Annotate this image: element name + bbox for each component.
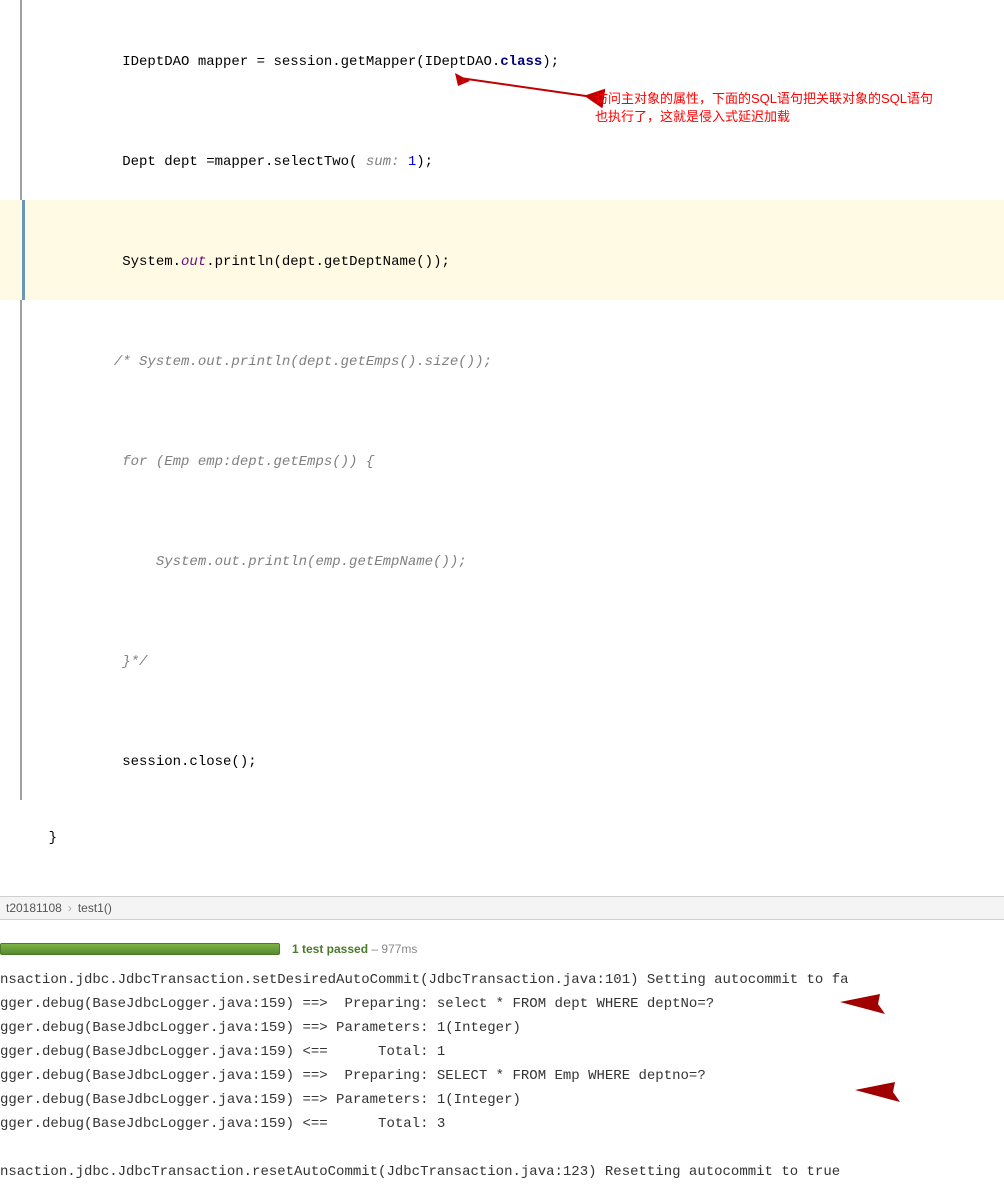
class-keyword: class [500,54,542,70]
code-text: ); [542,54,559,70]
code-text: Dept dept =mapper.selectTwo( [89,154,358,170]
code-line-7[interactable]: }*/ [0,600,1004,700]
annotation-line-1: 访问主对象的属性，下面的SQL语句把关联对象的SQL语句 [595,90,933,108]
comment-text: /* System.out.println(dept.getEmps().siz… [89,354,492,370]
code-line-5[interactable]: for (Emp emp:dept.getEmps()) { [0,400,1004,500]
test-progress-bar [0,943,280,955]
console-line [0,1136,1004,1160]
closing-brace: } [49,830,57,846]
code-text: .println(dept.getDeptName()); [206,254,450,270]
code-editor[interactable]: IDeptDAO mapper = session.getMapper(IDep… [0,0,1004,876]
code-line-9[interactable]: } [0,800,1004,876]
console-line: gger.debug(BaseJdbcLogger.java:159) ==> … [0,992,1004,1016]
code-text: session.close(); [89,754,257,770]
test-status-text: 1 test passed – 977ms [292,942,417,956]
console-line: gger.debug(BaseJdbcLogger.java:159) <== … [0,1040,1004,1064]
console-line: gger.debug(BaseJdbcLogger.java:159) ==> … [0,1088,1004,1112]
annotation-line-2: 也执行了，这就是侵入式延迟加载 [595,108,933,126]
annotation-text: 访问主对象的属性，下面的SQL语句把关联对象的SQL语句 也执行了，这就是侵入式… [595,90,933,126]
console-output[interactable]: nsaction.jdbc.JdbcTransaction.setDesired… [0,962,1004,1190]
breadcrumb-item-1[interactable]: t20181108 [0,901,68,915]
comment-text: }*/ [89,654,148,670]
code-line-3-current[interactable]: System.out.println(dept.getDeptName()); [0,200,1004,300]
console-line: nsaction.jdbc.JdbcTransaction.setDesired… [0,968,1004,992]
field-out: out [181,254,206,270]
console-line: gger.debug(BaseJdbcLogger.java:159) ==> … [0,1016,1004,1040]
param-hint: sum: [357,154,407,170]
code-text: ); [416,154,433,170]
test-passed-label: 1 test passed [292,942,368,956]
code-line-6[interactable]: System.out.println(emp.getEmpName()); [0,500,1004,600]
console-line: gger.debug(BaseJdbcLogger.java:159) <== … [0,1112,1004,1136]
console-line: nsaction.jdbc.JdbcTransaction.resetAutoC… [0,1160,1004,1184]
breadcrumb-bar: t20181108›test1() [0,896,1004,920]
test-time: – 977ms [368,942,417,956]
test-status-bar: 1 test passed – 977ms [0,942,1004,956]
code-text: IDeptDAO mapper = session.getMapper(IDep… [89,54,501,70]
code-text: System. [89,254,181,270]
code-line-1[interactable]: IDeptDAO mapper = session.getMapper(IDep… [0,0,1004,100]
comment-text: System.out.println(emp.getEmpName()); [89,554,467,570]
console-line: gger.debug(BaseJdbcLogger.java:159) ==> … [0,1064,1004,1088]
comment-text: for (Emp emp:dept.getEmps()) { [89,454,375,470]
code-line-8[interactable]: session.close(); [0,700,1004,800]
breadcrumb-item-2[interactable]: test1() [72,901,118,915]
code-line-4[interactable]: /* System.out.println(dept.getEmps().siz… [0,300,1004,400]
